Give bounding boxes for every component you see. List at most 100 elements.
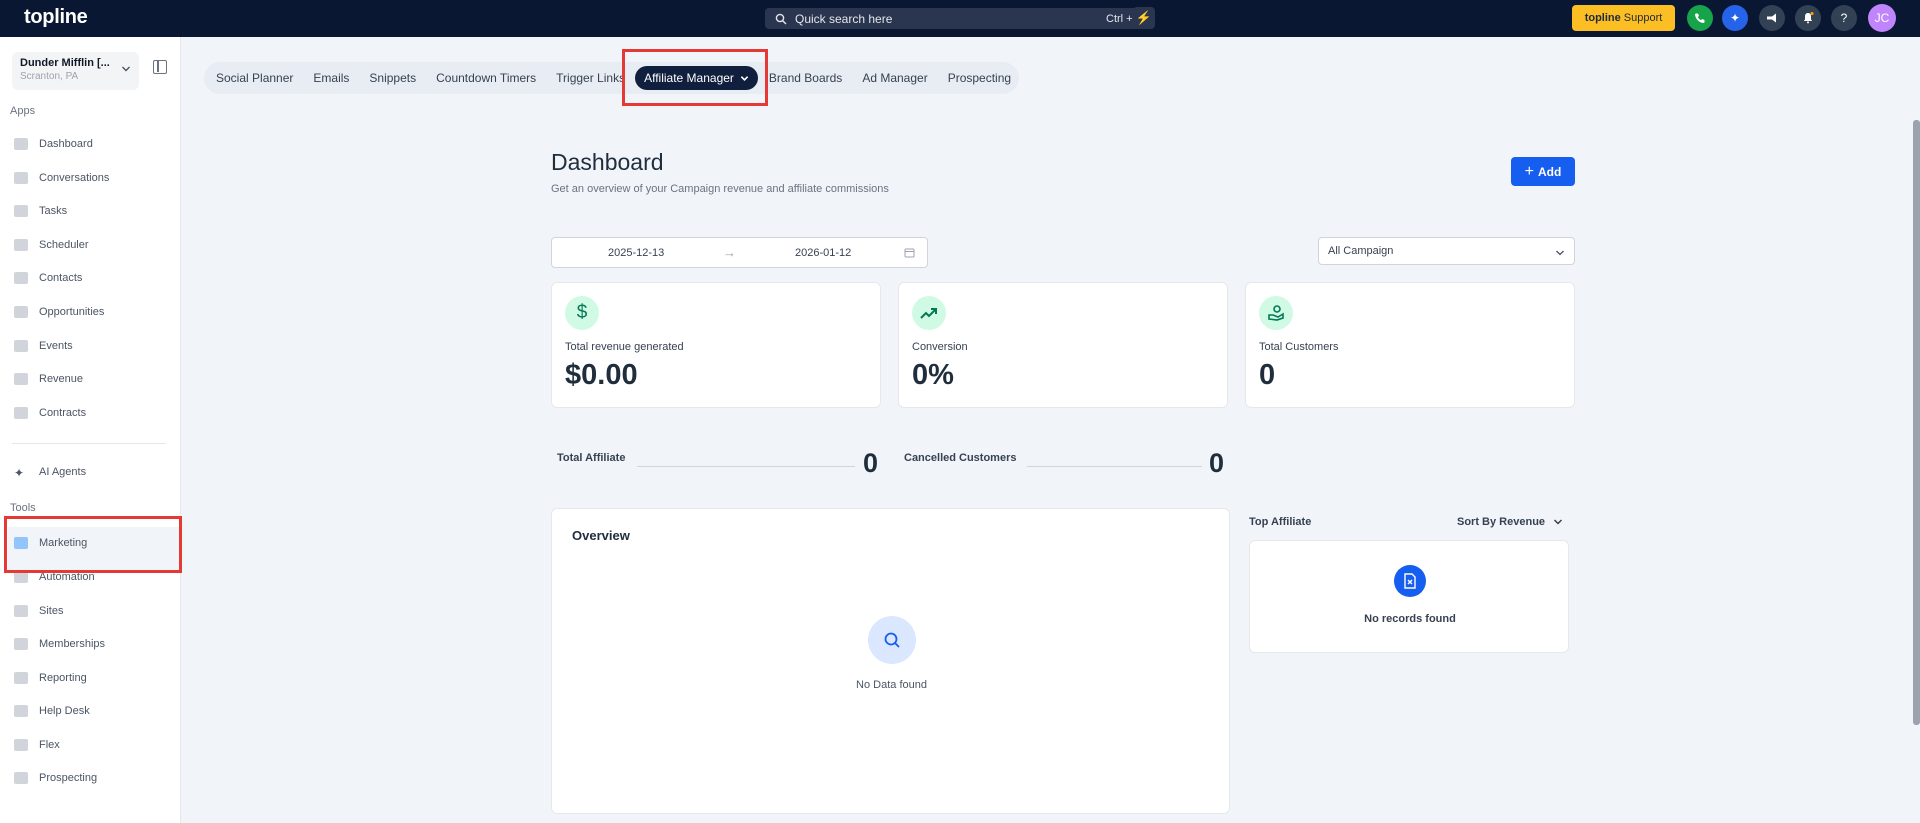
tab-affiliate-manager[interactable]: Affiliate Manager: [635, 66, 758, 90]
top-affiliate-label: Top Affiliate: [1249, 516, 1312, 528]
sidebar-item-label: Events: [39, 340, 73, 352]
sidebar-item-conversations[interactable]: Conversations: [14, 168, 109, 188]
sidebar-item-contacts[interactable]: Contacts: [14, 268, 82, 288]
overview-title: Overview: [572, 528, 630, 543]
megaphone-icon: [14, 537, 28, 549]
sidebar-item-label: Tasks: [39, 205, 68, 217]
cancelled-customers-value: 0: [1209, 448, 1225, 478]
chat-icon: [14, 172, 28, 184]
phone-icon[interactable]: [1687, 5, 1713, 31]
tab-ad-manager[interactable]: Ad Manager: [862, 71, 927, 85]
stat-card-customers: Total Customers 0: [1245, 282, 1575, 408]
tab-snippets[interactable]: Snippets: [369, 71, 416, 85]
stat-label: Total Customers: [1259, 341, 1339, 353]
events-icon: [14, 340, 28, 352]
support-button[interactable]: topline Support: [1572, 5, 1675, 31]
sidebar-item-label: AI Agents: [39, 466, 87, 478]
top-bar: topline Quick search here Ctrl + K ⚡ top…: [0, 0, 1920, 37]
sidebar-item-memberships[interactable]: Memberships: [14, 634, 105, 654]
sidebar-item-tasks[interactable]: Tasks: [14, 201, 67, 221]
tab-trigger-links[interactable]: Trigger Links: [556, 71, 625, 85]
tab-brand-boards[interactable]: Brand Boards: [769, 71, 842, 85]
sidebar-item-opportunities[interactable]: Opportunities: [14, 302, 104, 322]
stat-value: $0.00: [565, 359, 638, 391]
scrollbar[interactable]: [1913, 120, 1920, 725]
date-start: 2025-12-13: [608, 247, 665, 259]
sidebar-item-label: Contacts: [39, 272, 83, 284]
sidebar-item-dashboard[interactable]: Dashboard: [14, 134, 93, 154]
ai-sparkle-icon[interactable]: ✦: [1722, 5, 1748, 31]
sites-icon: [14, 605, 28, 617]
add-button[interactable]: + Add: [1511, 157, 1575, 186]
collapse-sidebar-icon[interactable]: [153, 60, 167, 74]
calendar-icon: [14, 239, 28, 251]
stat-label: Total revenue generated: [565, 341, 684, 353]
no-records-text: No records found: [1364, 613, 1456, 625]
brand-logo[interactable]: topline: [24, 6, 88, 29]
add-label: Add: [1538, 164, 1562, 179]
sidebar-item-label: Reporting: [39, 672, 87, 684]
sidebar-item-flex[interactable]: Flex: [14, 735, 60, 755]
tab-label: Affiliate Manager: [644, 71, 734, 85]
sidebar-item-automation[interactable]: Automation: [14, 567, 95, 587]
stat-card-revenue: $ Total revenue generated $0.00: [551, 282, 881, 408]
chevron-down-icon: [1556, 250, 1564, 256]
tab-emails[interactable]: Emails: [313, 71, 349, 85]
top-affiliate-panel: No records found: [1249, 540, 1569, 653]
plus-icon: +: [1524, 162, 1534, 180]
apps-heading: Apps: [10, 105, 36, 117]
total-affiliate-value: 0: [863, 448, 879, 478]
sidebar-item-label: Flex: [39, 739, 60, 751]
help-icon[interactable]: ?: [1831, 5, 1857, 31]
sidebar-item-scheduler[interactable]: Scheduler: [14, 235, 89, 255]
sidebar-item-ai-agents[interactable]: ✦ AI Agents: [14, 462, 86, 482]
sidebar-item-label: Contracts: [39, 407, 87, 419]
sidebar-item-contracts[interactable]: Contracts: [14, 403, 86, 423]
sort-dropdown[interactable]: Sort By Revenue: [1457, 516, 1563, 528]
date-end: 2026-01-12: [795, 247, 852, 259]
stat-value: 0: [1259, 359, 1276, 391]
account-name: Dunder Mifflin [...: [20, 57, 110, 69]
sort-label: Sort By Revenue: [1457, 516, 1546, 528]
quick-search[interactable]: Quick search here Ctrl + K: [765, 8, 1153, 29]
stat-value: 0%: [912, 359, 954, 391]
sidebar-item-revenue[interactable]: Revenue: [14, 369, 83, 389]
sidebar-item-prospecting[interactable]: Prospecting: [14, 768, 97, 788]
overview-panel: Overview No Data found: [551, 508, 1230, 814]
sidebar-item-marketing[interactable]: Marketing: [14, 533, 87, 553]
campaign-select[interactable]: All Campaign: [1318, 237, 1575, 265]
bell-icon[interactable]: [1795, 5, 1821, 31]
support-brand: topline: [1584, 12, 1621, 24]
search-placeholder: Quick search here: [795, 11, 893, 26]
sidebar-item-label: Automation: [39, 571, 95, 583]
file-x-icon: [1394, 565, 1426, 597]
tab-social-planner[interactable]: Social Planner: [216, 71, 293, 85]
tab-countdown-timers[interactable]: Countdown Timers: [436, 71, 536, 85]
megaphone-icon[interactable]: [1759, 5, 1785, 31]
page-subtitle: Get an overview of your Campaign revenue…: [551, 183, 889, 195]
support-label: Support: [1623, 12, 1663, 24]
search-icon: [775, 13, 787, 24]
prospecting-icon: [14, 772, 28, 784]
avatar[interactable]: JC: [1868, 4, 1896, 32]
automation-icon: [14, 571, 28, 583]
date-range-picker[interactable]: 2025-12-13 → 2026-01-12: [551, 237, 928, 268]
page-title: Dashboard: [551, 149, 664, 175]
account-switcher[interactable]: Dunder Mifflin [... Scranton, PA: [12, 52, 139, 90]
calendar-icon: [904, 248, 915, 258]
sidebar-item-reporting[interactable]: Reporting: [14, 668, 87, 688]
sidebar-item-sites[interactable]: Sites: [14, 601, 63, 621]
sidebar-item-label: Marketing: [39, 537, 88, 549]
help-icon: [14, 705, 28, 717]
sidebar-item-label: Help Desk: [39, 705, 90, 717]
sparkle-icon: ✦: [14, 466, 25, 480]
lightning-icon[interactable]: ⚡: [1133, 7, 1155, 29]
sidebar-item-help-desk[interactable]: Help Desk: [14, 701, 90, 721]
opportunities-icon: [14, 306, 28, 318]
tab-prospecting[interactable]: Prospecting: [948, 71, 1011, 85]
sidebar-item-events[interactable]: Events: [14, 336, 73, 356]
no-data-text: No Data found: [856, 679, 927, 691]
search-icon: [868, 616, 916, 664]
sidebar-item-label: Scheduler: [39, 239, 89, 251]
arrow-right-icon: →: [723, 245, 736, 260]
